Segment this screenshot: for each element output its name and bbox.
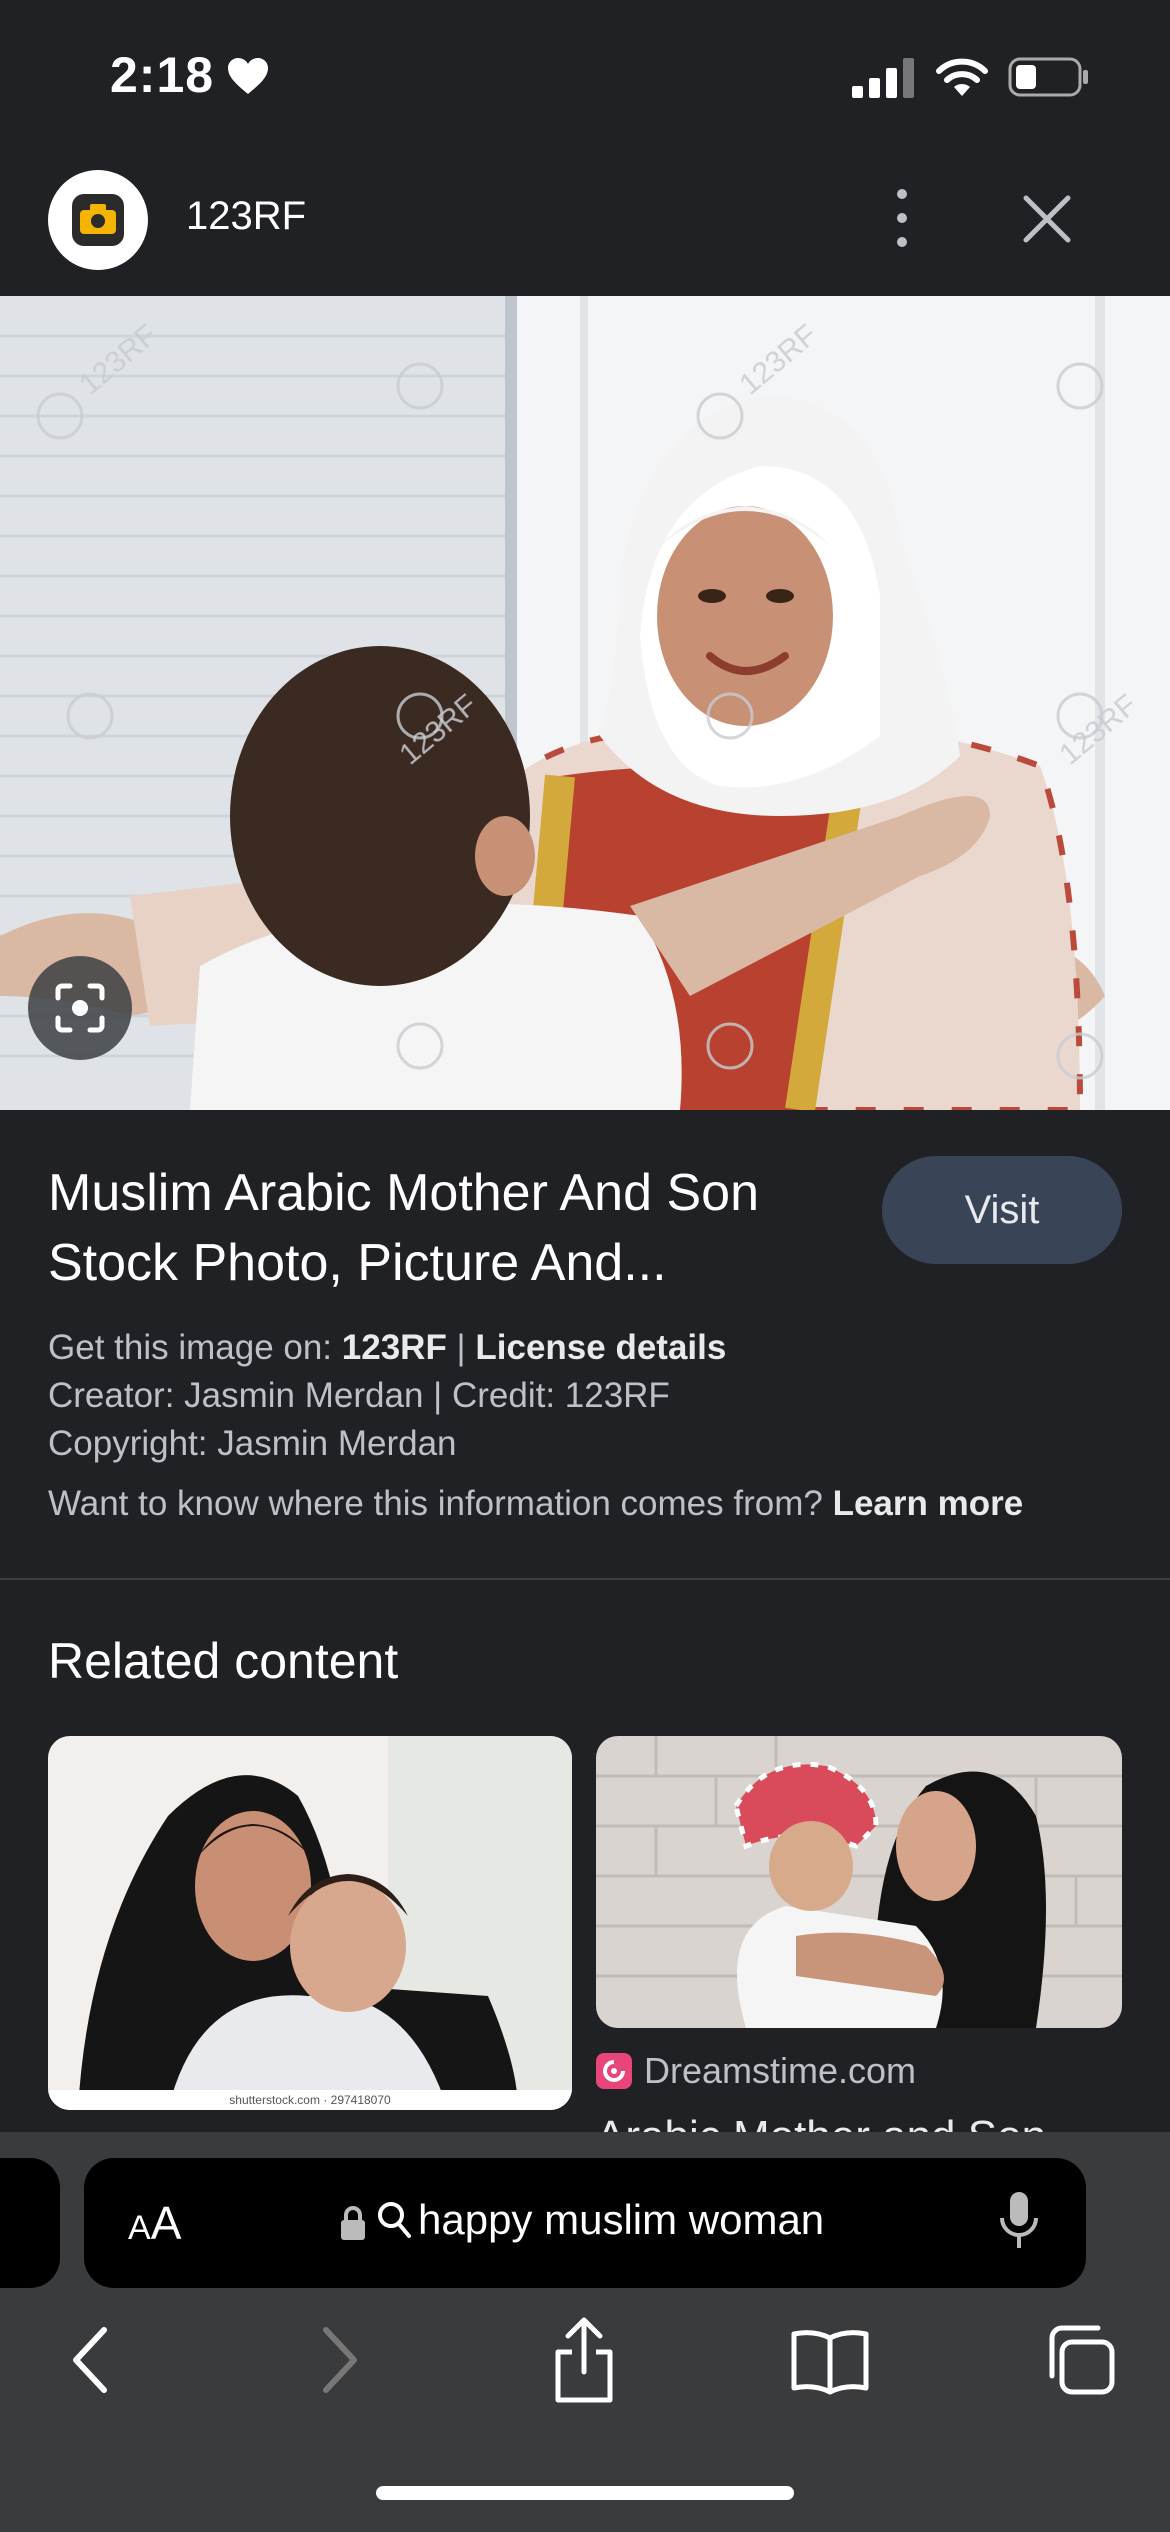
related-image-1: shutterstock.com · 297418070	[48, 1736, 572, 2110]
info-source-line: Want to know where this information come…	[48, 1484, 1138, 1524]
divider	[0, 1578, 1170, 1580]
related-source-name: Dreamstime.com	[644, 2050, 917, 2091]
search-icon	[378, 2202, 411, 2238]
status-bar: 2:18	[0, 0, 1170, 150]
info-question: Want to know where this information come…	[48, 1484, 833, 1523]
get-image-source-link[interactable]: 123RF	[342, 1328, 447, 1367]
search-query-text[interactable]: happy muslim woman	[418, 2196, 824, 2244]
license-details-link[interactable]: License details	[475, 1328, 726, 1367]
aa-small: A	[128, 2209, 151, 2247]
heart-icon	[228, 58, 268, 94]
visit-button[interactable]: Visit	[882, 1156, 1122, 1264]
more-options-icon[interactable]	[880, 178, 924, 258]
creator-credit: Creator: Jasmin Merdan | Credit: 123RF	[48, 1376, 670, 1415]
related-content-heading: Related content	[48, 1633, 399, 1689]
google-lens-icon	[55, 983, 105, 1033]
dreamstime-favicon-icon	[596, 2053, 632, 2089]
home-indicator[interactable]	[376, 2486, 794, 2500]
bookmarks-icon[interactable]	[790, 2326, 870, 2396]
back-arrow-icon[interactable]	[64, 2320, 114, 2400]
lock-icon	[341, 2206, 365, 2240]
battery-icon	[1008, 57, 1088, 97]
main-image[interactable]: 123RF 123RF 123RF 123RF	[0, 296, 1170, 1110]
camera-icon	[72, 194, 124, 246]
microphone-icon[interactable]	[998, 2190, 1040, 2252]
tabs-icon[interactable]	[1044, 2324, 1116, 2396]
get-image-prefix: Get this image on:	[48, 1328, 342, 1367]
cellular-signal-icon	[852, 58, 914, 98]
site-name[interactable]: 123RF	[186, 194, 306, 239]
wifi-icon	[936, 58, 988, 96]
learn-more-link[interactable]: Learn more	[833, 1484, 1024, 1523]
copyright: Copyright: Jasmin Merdan	[48, 1424, 457, 1463]
separator: |	[446, 1328, 476, 1367]
related-source[interactable]: Dreamstime.com	[596, 2050, 916, 2092]
related-card-1[interactable]: shutterstock.com · 297418070	[48, 1736, 572, 2110]
forward-arrow-icon[interactable]	[316, 2320, 366, 2400]
image-title[interactable]: Muslim Arabic Mother And Son Stock Photo…	[48, 1158, 868, 1298]
get-image-line: Get this image on: 123RF | License detai…	[48, 1328, 1138, 1368]
related-image-2	[596, 1736, 1122, 2028]
close-icon[interactable]	[1018, 190, 1076, 248]
status-time: 2:18	[110, 47, 215, 103]
related-image-1-watermark: shutterstock.com · 297418070	[229, 2093, 391, 2107]
site-header: 123RF	[0, 150, 1170, 296]
related-card-2[interactable]	[596, 1736, 1122, 2028]
previous-tab-peek[interactable]	[0, 2158, 60, 2288]
share-icon[interactable]	[548, 2316, 620, 2406]
image-title-line1: Muslim Arabic Mother And Son	[48, 1164, 759, 1222]
mother-son-photo: 123RF 123RF 123RF 123RF	[0, 296, 1170, 1110]
site-logo[interactable]	[48, 170, 148, 270]
aa-large: A	[150, 2197, 182, 2249]
reader-options-button[interactable]: AA	[128, 2196, 181, 2250]
image-title-line2: Stock Photo, Picture And...	[48, 1234, 667, 1292]
lens-search-button[interactable]	[28, 956, 132, 1060]
